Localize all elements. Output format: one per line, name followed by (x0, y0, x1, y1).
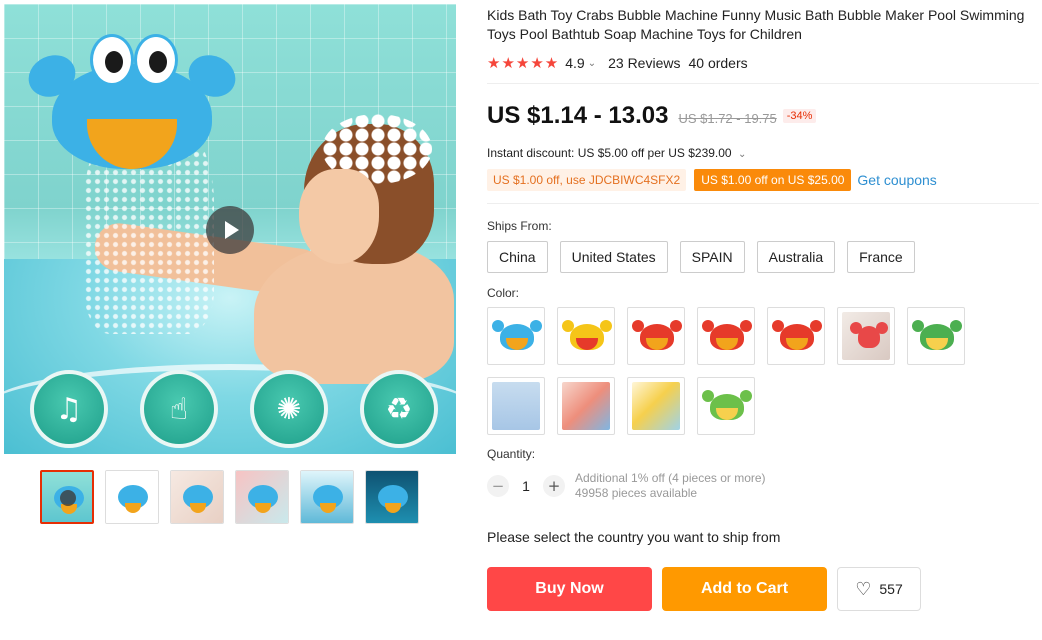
touch-icon: ☝ (140, 370, 218, 448)
color-swatch-6[interactable] (837, 307, 895, 365)
color-swatch-10[interactable] (627, 377, 685, 435)
instant-discount[interactable]: Instant discount: US $5.00 off per US $2… (487, 146, 1039, 160)
video-play-icon (60, 490, 76, 506)
color-swatch-1[interactable] (487, 307, 545, 365)
color-swatch-9[interactable] (557, 377, 615, 435)
chevron-down-icon[interactable]: ⌄ (588, 58, 596, 69)
music-icon: ♫ (30, 370, 108, 448)
child-body (254, 244, 454, 384)
thumbnail-1[interactable] (40, 470, 94, 524)
bath-toy-set-photo-icon (562, 382, 610, 430)
thumbnail-2[interactable] (105, 470, 159, 524)
thumbnail-5[interactable] (300, 470, 354, 524)
crab-bubble-machine (21, 34, 243, 174)
quantity-stepper: − 1 + Additional 1% off (4 pieces or mor… (487, 471, 1039, 501)
coupon-code-badge[interactable]: US $1.00 off, use JDCBIWC4SFX2 (487, 169, 687, 191)
original-price: US $1.72 - 19.75 (678, 111, 777, 126)
ship-option-china[interactable]: China (487, 241, 548, 273)
recycle-icon: ♻ (360, 370, 438, 448)
coupon-row: US $1.00 off, use JDCBIWC4SFX2 US $1.00 … (487, 169, 1039, 191)
color-label: Color: (487, 286, 520, 300)
color-swatch-3[interactable] (627, 307, 685, 365)
quantity-input[interactable]: 1 (509, 478, 543, 494)
color-swatch-2[interactable] (557, 307, 615, 365)
thumbnail-strip (4, 470, 456, 524)
chevron-down-icon: ⌄ (737, 149, 747, 160)
crab-eye-left (90, 34, 134, 86)
color-swatch-5[interactable] (767, 307, 825, 365)
heart-icon: ♡ (855, 578, 872, 600)
child-face (299, 169, 379, 264)
rating-row: ★★★★★ 4.9 ⌄ 23 Reviews 40 orders (487, 54, 1039, 72)
ships-from-label: Ships From: (487, 219, 552, 233)
color-swatch-7[interactable] (907, 307, 965, 365)
main-product-image[interactable]: ♫ ☝ ✺ ♻ (4, 4, 456, 454)
rating-value[interactable]: 4.9 (565, 55, 584, 71)
product-info: Kids Bath Toy Crabs Bubble Machine Funny… (487, 0, 1039, 611)
product-title: Kids Bath Toy Crabs Bubble Machine Funny… (487, 7, 1025, 42)
wishlist-count: 557 (879, 581, 903, 597)
crab-eye-right (134, 34, 178, 86)
ship-option-spain[interactable]: SPAIN (679, 241, 745, 273)
get-coupons-link[interactable]: Get coupons (857, 172, 936, 188)
wishlist-button[interactable]: ♡ 557 (837, 567, 921, 611)
add-to-cart-button[interactable]: Add to Cart (662, 567, 827, 611)
sunflower-shower-photo-icon (632, 382, 680, 430)
duck-bath-photo-icon (492, 382, 540, 430)
ship-option-france[interactable]: France (847, 241, 915, 273)
thumbnail-4[interactable] (235, 470, 289, 524)
color-swatch-11[interactable] (697, 377, 755, 435)
product-gallery: ♫ ☝ ✺ ♻ (4, 4, 456, 524)
quantity-note: Additional 1% off (4 pieces or more) 499… (575, 471, 766, 501)
current-price: US $1.14 - 13.03 (487, 102, 669, 129)
ship-option-australia[interactable]: Australia (756, 241, 836, 273)
color-swatches (487, 307, 1039, 435)
quantity-decrease-button[interactable]: − (487, 475, 509, 497)
divider (487, 203, 1039, 204)
quantity-increase-button[interactable]: + (543, 475, 565, 497)
coupon-offer-badge[interactable]: US $1.00 off on US $25.00 (694, 169, 852, 191)
shipping-message: Please select the country you want to sh… (487, 529, 781, 545)
reviews-link[interactable]: 23 Reviews (608, 55, 680, 71)
crab-icon: ✺ (250, 370, 328, 448)
action-buttons: Buy Now Add to Cart ♡ 557 (487, 567, 1039, 611)
color-swatch-4[interactable] (697, 307, 755, 365)
thumbnail-3[interactable] (170, 470, 224, 524)
quantity-label: Quantity: (487, 447, 536, 461)
ships-from-options: China United States SPAIN Australia Fran… (487, 241, 1039, 273)
color-swatch-8[interactable] (487, 377, 545, 435)
orders-count: 40 orders (688, 55, 748, 71)
star-rating-icon: ★★★★★ (487, 54, 560, 72)
bulk-discount-note: Additional 1% off (4 pieces or more) (575, 471, 766, 485)
stock-available: 49958 pieces available (575, 486, 698, 500)
discount-badge: -34% (782, 109, 817, 123)
ship-option-united-states[interactable]: United States (559, 241, 668, 273)
buy-now-button[interactable]: Buy Now (487, 567, 652, 611)
divider (487, 83, 1039, 84)
video-play-icon[interactable] (206, 206, 254, 254)
price-row: US $1.14 - 13.03 US $1.72 - 19.75 -34% (487, 102, 1039, 130)
instant-discount-text: Instant discount: US $5.00 off per US $2… (487, 146, 732, 160)
thumbnail-6[interactable] (365, 470, 419, 524)
